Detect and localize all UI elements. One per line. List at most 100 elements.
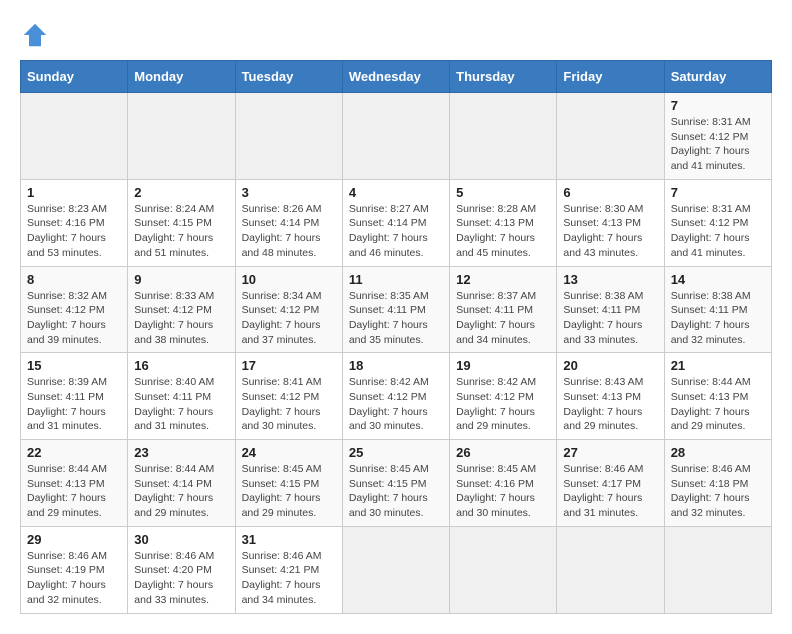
day-info: Sunrise: 8:46 AMSunset: 4:18 PMDaylight:… bbox=[671, 462, 765, 521]
day-header-tuesday: Tuesday bbox=[235, 61, 342, 93]
day-number: 5 bbox=[456, 185, 550, 200]
day-number: 22 bbox=[27, 445, 121, 460]
day-number: 17 bbox=[242, 358, 336, 373]
day-header-thursday: Thursday bbox=[450, 61, 557, 93]
calendar-cell: 14 Sunrise: 8:38 AMSunset: 4:11 PMDayligh… bbox=[664, 266, 771, 353]
day-info: Sunrise: 8:35 AMSunset: 4:11 PMDaylight:… bbox=[349, 289, 443, 348]
day-info: Sunrise: 8:46 AMSunset: 4:19 PMDaylight:… bbox=[27, 549, 121, 608]
calendar-cell: 8 Sunrise: 8:32 AMSunset: 4:12 PMDaylight… bbox=[21, 266, 128, 353]
day-info: Sunrise: 8:27 AMSunset: 4:14 PMDaylight:… bbox=[349, 202, 443, 261]
day-info: Sunrise: 8:41 AMSunset: 4:12 PMDaylight:… bbox=[242, 375, 336, 434]
calendar-cell: 17 Sunrise: 8:41 AMSunset: 4:12 PMDayligh… bbox=[235, 353, 342, 440]
day-number: 8 bbox=[27, 272, 121, 287]
day-info: Sunrise: 8:38 AMSunset: 4:11 PMDaylight:… bbox=[563, 289, 657, 348]
day-info: Sunrise: 8:42 AMSunset: 4:12 PMDaylight:… bbox=[456, 375, 550, 434]
day-info: Sunrise: 8:28 AMSunset: 4:13 PMDaylight:… bbox=[456, 202, 550, 261]
day-number: 7 bbox=[671, 98, 765, 113]
calendar-cell bbox=[21, 93, 128, 180]
calendar-cell: 18 Sunrise: 8:42 AMSunset: 4:12 PMDayligh… bbox=[342, 353, 449, 440]
day-info: Sunrise: 8:37 AMSunset: 4:11 PMDaylight:… bbox=[456, 289, 550, 348]
calendar-cell: 15Sunrise: 8:39 AMSunset: 4:11 PMDayligh… bbox=[21, 353, 128, 440]
logo-icon bbox=[20, 20, 50, 50]
calendar-cell: 25Sunrise: 8:45 AMSunset: 4:15 PMDayligh… bbox=[342, 440, 449, 527]
calendar-cell: 26Sunrise: 8:45 AMSunset: 4:16 PMDayligh… bbox=[450, 440, 557, 527]
days-of-week-row: SundayMondayTuesdayWednesdayThursdayFrid… bbox=[21, 61, 772, 93]
calendar-cell bbox=[664, 526, 771, 613]
day-header-saturday: Saturday bbox=[664, 61, 771, 93]
day-number: 26 bbox=[456, 445, 550, 460]
calendar-cell: 24 Sunrise: 8:45 AMSunset: 4:15 PMDayligh… bbox=[235, 440, 342, 527]
day-info: Sunrise: 8:45 AMSunset: 4:15 PMDaylight:… bbox=[349, 462, 443, 521]
week-row-2: 8 Sunrise: 8:32 AMSunset: 4:12 PMDaylight… bbox=[21, 266, 772, 353]
calendar-cell: 11 Sunrise: 8:35 AMSunset: 4:11 PMDayligh… bbox=[342, 266, 449, 353]
calendar-cell: 6 Sunrise: 8:30 AMSunset: 4:13 PMDaylight… bbox=[557, 179, 664, 266]
calendar-cell bbox=[450, 526, 557, 613]
day-number: 31 bbox=[242, 532, 336, 547]
day-info: Sunrise: 8:24 AMSunset: 4:15 PMDaylight:… bbox=[134, 202, 228, 261]
day-number: 19 bbox=[456, 358, 550, 373]
calendar-cell: 1 Sunrise: 8:23 AMSunset: 4:16 PMDaylight… bbox=[21, 179, 128, 266]
calendar-cell: 23Sunrise: 8:44 AMSunset: 4:14 PMDayligh… bbox=[128, 440, 235, 527]
calendar-cell: 19 Sunrise: 8:42 AMSunset: 4:12 PMDayligh… bbox=[450, 353, 557, 440]
day-number: 30 bbox=[134, 532, 228, 547]
day-info: Sunrise: 8:45 AMSunset: 4:15 PMDaylight:… bbox=[242, 462, 336, 521]
day-info: Sunrise: 8:30 AMSunset: 4:13 PMDaylight:… bbox=[563, 202, 657, 261]
calendar-cell: 30 Sunrise: 8:46 AMSunset: 4:20 PMDayligh… bbox=[128, 526, 235, 613]
calendar-header: SundayMondayTuesdayWednesdayThursdayFrid… bbox=[21, 61, 772, 93]
day-number: 13 bbox=[563, 272, 657, 287]
calendar-cell bbox=[342, 526, 449, 613]
day-number: 4 bbox=[349, 185, 443, 200]
day-header-wednesday: Wednesday bbox=[342, 61, 449, 93]
calendar-table: SundayMondayTuesdayWednesdayThursdayFrid… bbox=[20, 60, 772, 614]
week-row-3: 15Sunrise: 8:39 AMSunset: 4:11 PMDayligh… bbox=[21, 353, 772, 440]
calendar-cell: 10 Sunrise: 8:34 AMSunset: 4:12 PMDayligh… bbox=[235, 266, 342, 353]
calendar-cell: 3Sunrise: 8:26 AMSunset: 4:14 PMDaylight… bbox=[235, 179, 342, 266]
day-info: Sunrise: 8:40 AMSunset: 4:11 PMDaylight:… bbox=[134, 375, 228, 434]
day-number: 18 bbox=[349, 358, 443, 373]
day-header-friday: Friday bbox=[557, 61, 664, 93]
day-info: Sunrise: 8:34 AMSunset: 4:12 PMDaylight:… bbox=[242, 289, 336, 348]
day-header-monday: Monday bbox=[128, 61, 235, 93]
calendar-cell bbox=[450, 93, 557, 180]
calendar-cell: 2Sunrise: 8:24 AMSunset: 4:15 PMDaylight… bbox=[128, 179, 235, 266]
calendar-cell: 12 Sunrise: 8:37 AMSunset: 4:11 PMDayligh… bbox=[450, 266, 557, 353]
calendar-cell bbox=[557, 526, 664, 613]
calendar-cell: 5 Sunrise: 8:28 AMSunset: 4:13 PMDaylight… bbox=[450, 179, 557, 266]
day-info: Sunrise: 8:46 AMSunset: 4:17 PMDaylight:… bbox=[563, 462, 657, 521]
calendar-cell bbox=[342, 93, 449, 180]
day-info: Sunrise: 8:23 AMSunset: 4:16 PMDaylight:… bbox=[27, 202, 121, 261]
day-info: Sunrise: 8:31 AMSunset: 4:12 PMDaylight:… bbox=[671, 202, 765, 261]
day-number: 24 bbox=[242, 445, 336, 460]
day-info: Sunrise: 8:31 AMSunset: 4:12 PMDaylight:… bbox=[671, 115, 765, 174]
day-info: Sunrise: 8:44 AMSunset: 4:14 PMDaylight:… bbox=[134, 462, 228, 521]
day-number: 20 bbox=[563, 358, 657, 373]
day-info: Sunrise: 8:42 AMSunset: 4:12 PMDaylight:… bbox=[349, 375, 443, 434]
day-number: 11 bbox=[349, 272, 443, 287]
calendar-cell bbox=[235, 93, 342, 180]
day-info: Sunrise: 8:38 AMSunset: 4:11 PMDaylight:… bbox=[671, 289, 765, 348]
day-info: Sunrise: 8:44 AMSunset: 4:13 PMDaylight:… bbox=[671, 375, 765, 434]
day-info: Sunrise: 8:33 AMSunset: 4:12 PMDaylight:… bbox=[134, 289, 228, 348]
calendar-cell: 21Sunrise: 8:44 AMSunset: 4:13 PMDayligh… bbox=[664, 353, 771, 440]
day-number: 27 bbox=[563, 445, 657, 460]
day-number: 12 bbox=[456, 272, 550, 287]
day-number: 28 bbox=[671, 445, 765, 460]
day-number: 14 bbox=[671, 272, 765, 287]
calendar-cell: 27 Sunrise: 8:46 AMSunset: 4:17 PMDayligh… bbox=[557, 440, 664, 527]
calendar-body: 7 Sunrise: 8:31 AMSunset: 4:12 PMDaylight… bbox=[21, 93, 772, 614]
day-number: 6 bbox=[563, 185, 657, 200]
calendar-cell: 13 Sunrise: 8:38 AMSunset: 4:11 PMDayligh… bbox=[557, 266, 664, 353]
day-info: Sunrise: 8:32 AMSunset: 4:12 PMDaylight:… bbox=[27, 289, 121, 348]
calendar-cell: 16Sunrise: 8:40 AMSunset: 4:11 PMDayligh… bbox=[128, 353, 235, 440]
day-info: Sunrise: 8:46 AMSunset: 4:20 PMDaylight:… bbox=[134, 549, 228, 608]
day-number: 9 bbox=[134, 272, 228, 287]
day-number: 10 bbox=[242, 272, 336, 287]
day-number: 15 bbox=[27, 358, 121, 373]
week-row-1: 1 Sunrise: 8:23 AMSunset: 4:16 PMDaylight… bbox=[21, 179, 772, 266]
calendar-cell: 29Sunrise: 8:46 AMSunset: 4:19 PMDayligh… bbox=[21, 526, 128, 613]
day-number: 1 bbox=[27, 185, 121, 200]
calendar-cell: 4 Sunrise: 8:27 AMSunset: 4:14 PMDaylight… bbox=[342, 179, 449, 266]
day-number: 7 bbox=[671, 185, 765, 200]
calendar-cell: 20Sunrise: 8:43 AMSunset: 4:13 PMDayligh… bbox=[557, 353, 664, 440]
week-row-5: 29Sunrise: 8:46 AMSunset: 4:19 PMDayligh… bbox=[21, 526, 772, 613]
